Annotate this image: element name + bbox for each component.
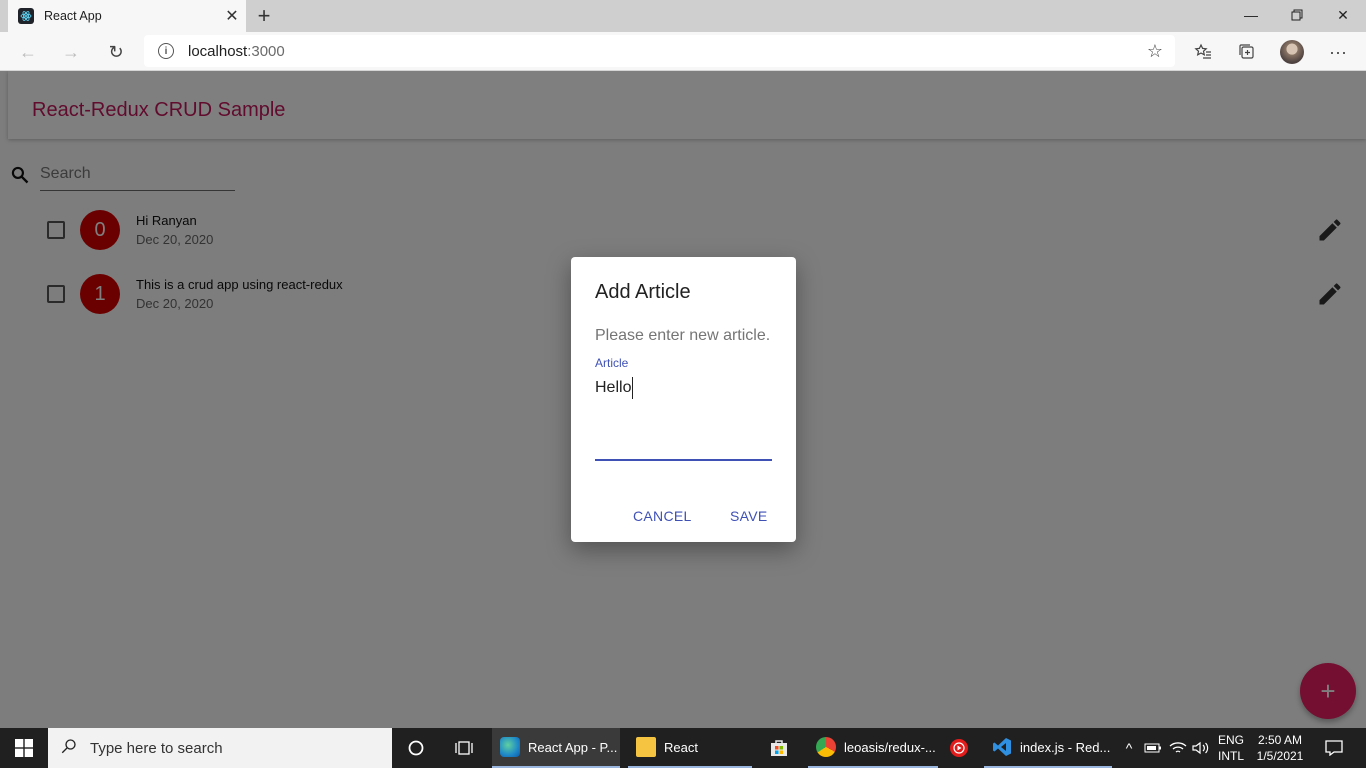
minimize-icon[interactable]: — bbox=[1228, 0, 1274, 30]
dialog-description: Please enter new article. bbox=[595, 327, 771, 344]
chrome-icon bbox=[816, 737, 836, 757]
collections-icon[interactable] bbox=[1231, 36, 1263, 68]
react-logo-icon bbox=[18, 8, 34, 24]
site-info-icon[interactable]: i bbox=[158, 43, 174, 59]
wifi-icon[interactable] bbox=[1167, 728, 1189, 768]
edge-icon bbox=[500, 737, 520, 757]
back-icon[interactable]: ← bbox=[12, 36, 44, 68]
cancel-button[interactable]: CANCEL bbox=[633, 503, 692, 529]
task-view-icon[interactable] bbox=[446, 728, 482, 768]
tab-title: React App bbox=[44, 9, 102, 23]
taskbar-app-label: index.js - Red... bbox=[1020, 739, 1111, 755]
youtube-music-icon[interactable] bbox=[944, 728, 974, 768]
url-text: localhost:3000 bbox=[188, 42, 285, 60]
taskbar-app-vscode[interactable]: index.js - Red... bbox=[984, 728, 1112, 768]
taskbar-app-label: React App - P... bbox=[528, 739, 618, 755]
taskbar-search-placeholder: Type here to search bbox=[90, 739, 223, 757]
close-window-icon[interactable]: ✕ bbox=[1320, 0, 1366, 30]
battery-icon[interactable] bbox=[1143, 728, 1163, 768]
new-tab-icon[interactable]: + bbox=[250, 2, 278, 30]
search-icon bbox=[60, 737, 78, 760]
more-options-icon[interactable]: ··· bbox=[1322, 36, 1354, 68]
folder-icon bbox=[636, 737, 656, 757]
favorite-star-icon[interactable]: ☆ bbox=[1147, 41, 1163, 62]
cortana-icon[interactable] bbox=[398, 728, 434, 768]
vscode-icon bbox=[992, 737, 1012, 757]
volume-icon[interactable] bbox=[1190, 728, 1212, 768]
taskbar-app-edge[interactable]: React App - P... bbox=[492, 728, 620, 768]
chevron-up-icon[interactable]: ^ bbox=[1120, 728, 1138, 768]
add-article-dialog: Add Article Please enter new article. Ar… bbox=[571, 257, 796, 542]
restore-icon[interactable] bbox=[1274, 0, 1320, 30]
forward-icon[interactable]: → bbox=[55, 36, 87, 68]
taskbar-app-label: leoasis/redux-... bbox=[844, 739, 936, 755]
favorites-icon[interactable] bbox=[1187, 36, 1219, 68]
profile-avatar[interactable] bbox=[1280, 40, 1304, 64]
taskbar-app-explorer[interactable]: React bbox=[628, 728, 752, 768]
language-indicator[interactable]: ENG INTL bbox=[1214, 732, 1248, 764]
article-field-label: Article bbox=[595, 356, 629, 370]
action-center-icon[interactable] bbox=[1318, 728, 1350, 768]
article-field-value: Hello bbox=[595, 377, 634, 399]
taskbar: Type here to search React App - P... Rea… bbox=[0, 728, 1366, 768]
system-clock[interactable]: 2:50 AM 1/5/2021 bbox=[1252, 732, 1308, 764]
dialog-title: Add Article bbox=[595, 281, 691, 303]
article-textarea[interactable]: Hello bbox=[595, 377, 772, 461]
store-icon[interactable] bbox=[760, 728, 798, 768]
browser-toolbar: ← → ↻ i localhost:3000 ☆ ··· bbox=[0, 32, 1366, 71]
address-bar[interactable]: i localhost:3000 ☆ bbox=[144, 35, 1175, 67]
taskbar-search[interactable]: Type here to search bbox=[48, 728, 392, 768]
refresh-icon[interactable]: ↻ bbox=[100, 36, 132, 68]
browser-tab-strip: React App ✕ + — ✕ bbox=[0, 0, 1366, 32]
taskbar-app-chrome[interactable]: leoasis/redux-... bbox=[808, 728, 938, 768]
windows-start-icon[interactable] bbox=[0, 728, 48, 768]
browser-tab[interactable]: React App ✕ bbox=[8, 0, 246, 32]
page-content: React-Redux CRUD Sample 0 Hi Ranyan Dec … bbox=[0, 71, 1366, 728]
taskbar-app-label: React bbox=[664, 739, 698, 755]
close-tab-icon[interactable]: ✕ bbox=[218, 2, 246, 30]
save-button[interactable]: SAVE bbox=[730, 503, 768, 529]
